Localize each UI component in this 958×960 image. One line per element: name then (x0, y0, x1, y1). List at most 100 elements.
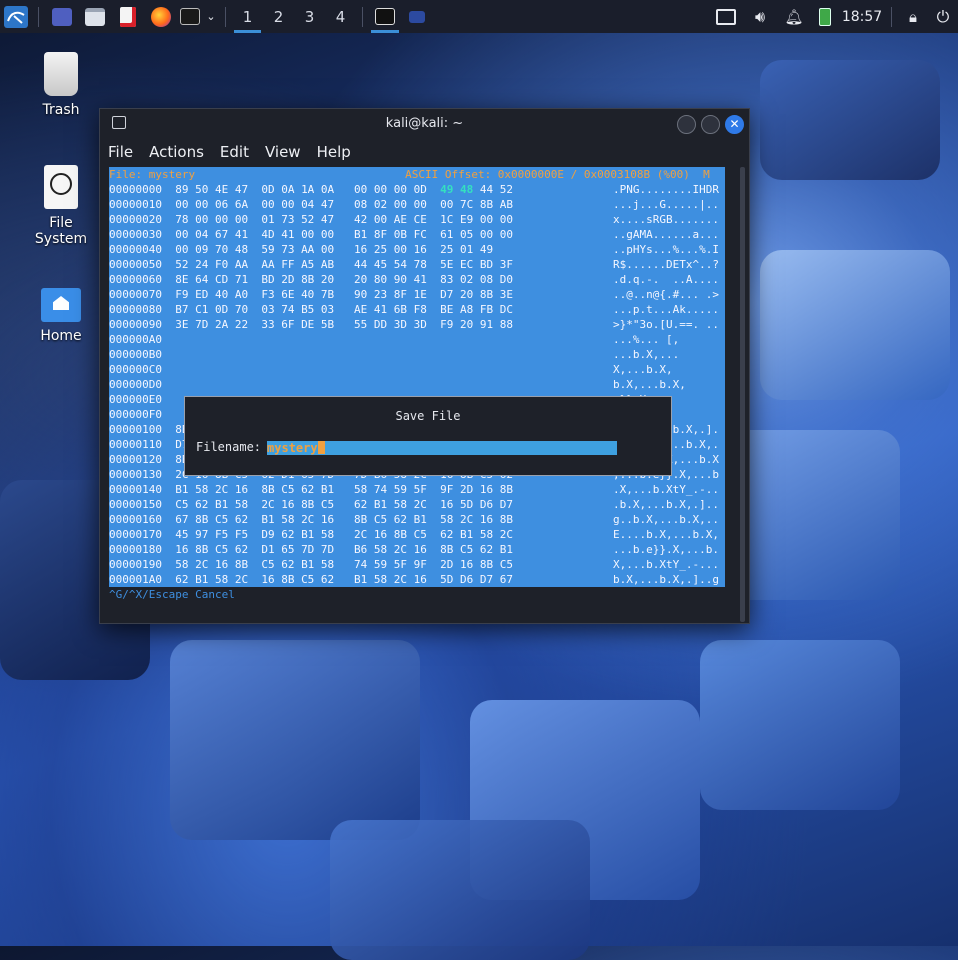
filename-value: mystery (267, 440, 318, 455)
workspace-1[interactable]: 1 (232, 0, 263, 33)
hex-row: 00000090 3E 7D 2A 22 33 6F DE 5B 55 DD 3… (109, 317, 725, 332)
notifications-icon[interactable]: 🔔︎ (777, 0, 811, 33)
wallpaper-cube (700, 640, 900, 810)
hex-ascii: X,...b.X, (613, 363, 673, 376)
workspace-3[interactable]: 3 (294, 0, 325, 33)
firefox-icon[interactable] (144, 0, 177, 33)
hex-ascii: .b.X,...b.X,.].. (613, 498, 719, 511)
hex-row: 00000050 52 24 F0 AA AA FF A5 AB 44 45 5… (109, 257, 725, 272)
hex-row: 00000180 16 8B C5 62 D1 65 7D 7D B6 58 2… (109, 542, 725, 557)
hex-ascii: E....b.X,...b.X, (613, 528, 719, 541)
desktop-item-file-system[interactable]: File System (21, 165, 101, 247)
hex-offset: 00000120 (109, 453, 162, 466)
hex-rows: 00000000 89 50 4E 47 0D 0A 1A 0A 00 00 0… (109, 182, 725, 587)
display-icon[interactable] (709, 0, 743, 33)
panel-separator (225, 6, 226, 27)
hex-ascii: .d.q.-. ..A.... (613, 273, 719, 286)
hex-row: 00000150 C5 62 B1 58 2C 16 8B C5 62 B1 5… (109, 497, 725, 512)
hexeditor-footer: ^G/^X/Escape Cancel (109, 588, 235, 601)
hex-row: 00000000 89 50 4E 47 0D 0A 1A 0A 00 00 0… (109, 182, 725, 197)
hex-bytes: 45 97 F5 F5 D9 62 B1 58 2C 16 8B C5 62 B… (175, 528, 513, 541)
hex-ascii: ...p.t...Ak..... (613, 303, 719, 316)
panel-separator (38, 6, 39, 27)
hex-bytes: 00 09 70 48 59 73 AA 00 16 25 00 16 25 0… (175, 243, 494, 256)
menu-view[interactable]: View (265, 143, 301, 161)
hex-offset: 00000130 (109, 468, 162, 481)
desktop-item-label: Trash (42, 102, 80, 118)
workspace-4[interactable]: 4 (325, 0, 356, 33)
hex-offset: 00000080 (109, 303, 162, 316)
volume-icon[interactable]: 🔊︎ (743, 0, 777, 33)
hex-offset: 00000160 (109, 513, 162, 526)
wallpaper-cube (170, 640, 420, 840)
hexeditor-header: File: mystery ASCII Offset: 0x0000000E / … (109, 167, 725, 182)
hex-bytes: C5 62 B1 58 2C 16 8B C5 62 B1 58 2C 16 5… (175, 498, 513, 511)
filename-input[interactable]: mystery (267, 440, 618, 455)
hex-offset: 00000060 (109, 273, 162, 286)
hex-ascii: .PNG........IHDR (613, 183, 719, 196)
hex-offset: 00000100 (109, 423, 162, 436)
logout-icon[interactable]: ⏻ (928, 0, 958, 33)
menu-actions[interactable]: Actions (149, 143, 204, 161)
battery-icon[interactable] (811, 0, 839, 33)
close-button[interactable]: ✕ (725, 115, 744, 134)
home-folder-icon (41, 288, 81, 322)
chevron-down-icon[interactable]: ⌄ (203, 0, 219, 33)
hexeditor-offset: ASCII Offset: 0x0000000E / 0x0003108B (%… (405, 168, 710, 181)
hex-bytes: B1 58 2C 16 8B C5 62 B1 58 74 59 5F 9F 2… (175, 483, 513, 496)
desktop-item-trash[interactable]: Trash (21, 52, 101, 118)
workspace-2[interactable]: 2 (263, 0, 294, 33)
hex-row: 00000060 8E 64 CD 71 BD 2D 8B 20 20 80 9… (109, 272, 725, 287)
hex-offset: 00000140 (109, 483, 162, 496)
menu-help[interactable]: Help (317, 143, 351, 161)
hex-ascii: x....sRGB....... (613, 213, 719, 226)
hex-offset: 00000090 (109, 318, 162, 331)
desktop-item-home[interactable]: Home (21, 284, 101, 344)
hex-bytes: 67 8B C5 62 B1 58 2C 16 8B C5 62 B1 58 2… (175, 513, 513, 526)
hex-offset: 000000A0 (109, 333, 162, 346)
hex-bytes: F9 ED 40 A0 F3 6E 40 7B 90 23 8F 1E D7 2… (175, 288, 513, 301)
window-title: kali@kali: ~ (385, 115, 464, 131)
wallpaper-cube (760, 60, 940, 180)
hex-offset: 00000070 (109, 288, 162, 301)
menu-edit[interactable]: Edit (220, 143, 249, 161)
hex-row: 00000190 58 2C 16 8B C5 62 B1 58 74 59 5… (109, 557, 725, 572)
hex-bytes: 3E 7D 2A 22 33 6F DE 5B 55 DD 3D 3D F9 2… (175, 318, 513, 331)
hex-bytes: 16 8B C5 62 D1 65 7D 7D B6 58 2C 16 8B C… (175, 543, 513, 556)
hex-bytes: 8E 64 CD 71 BD 2D 8B 20 20 80 90 41 83 0… (175, 273, 513, 286)
scrollbar[interactable] (740, 167, 745, 622)
hex-ascii: b.X,...b.X, (613, 378, 686, 391)
hex-bytes: 00 04 67 41 4D 41 00 00 B1 8F 0B FC 61 0… (175, 228, 513, 241)
desktop-icon[interactable] (45, 0, 78, 33)
hex-ascii: ...b.X,... (613, 348, 680, 361)
lock-icon[interactable]: 🔒︎ (898, 0, 928, 33)
hex-ascii: ..@..n@{.#... .> (613, 288, 719, 301)
hex-bytes: 78 00 00 00 01 73 52 47 42 00 AE CE 1C E… (175, 213, 513, 226)
hex-offset: 000001A0 (109, 573, 162, 586)
files-icon[interactable] (78, 0, 111, 33)
desktop-item-label: Home (40, 328, 82, 344)
top-panel: ⌄ 1 2 3 4 🔊︎ 🔔︎ 18:57 🔒︎ ⏻ (0, 0, 958, 33)
hex-row: 00000030 00 04 67 41 4D 41 00 00 B1 8F 0… (109, 227, 725, 242)
window-task-icon[interactable] (401, 0, 433, 33)
menu-bar: File Actions Edit View Help (100, 137, 749, 167)
hex-ascii: X,...b.XtY_.-... (613, 558, 719, 571)
kali-menu-icon[interactable] (0, 0, 32, 33)
hex-offset: 00000020 (109, 213, 162, 226)
terminal-content[interactable]: File: mystery ASCII Offset: 0x0000000E / … (109, 167, 725, 607)
panel-separator (362, 6, 363, 27)
hex-ascii: .X,...b.XtY_.-.. (613, 483, 719, 496)
save-file-dialog: Save File Filename: mystery (184, 396, 672, 476)
terminal-task-icon[interactable] (369, 0, 401, 33)
maximize-button[interactable] (701, 115, 720, 134)
hex-row: 00000170 45 97 F5 F5 D9 62 B1 58 2C 16 8… (109, 527, 725, 542)
hex-bytes: 52 24 F0 AA AA FF A5 AB 44 45 54 78 5E E… (175, 258, 513, 271)
window-titlebar[interactable]: kali@kali: ~ ✕ (100, 109, 749, 137)
hex-offset: 00000190 (109, 558, 162, 571)
menu-file[interactable]: File (108, 143, 133, 161)
clock[interactable]: 18:57 (839, 0, 885, 33)
text-editor-icon[interactable] (111, 0, 144, 33)
minimize-button[interactable] (677, 115, 696, 134)
terminal-icon[interactable] (177, 0, 203, 33)
hex-row: 00000020 78 00 00 00 01 73 52 47 42 00 A… (109, 212, 725, 227)
